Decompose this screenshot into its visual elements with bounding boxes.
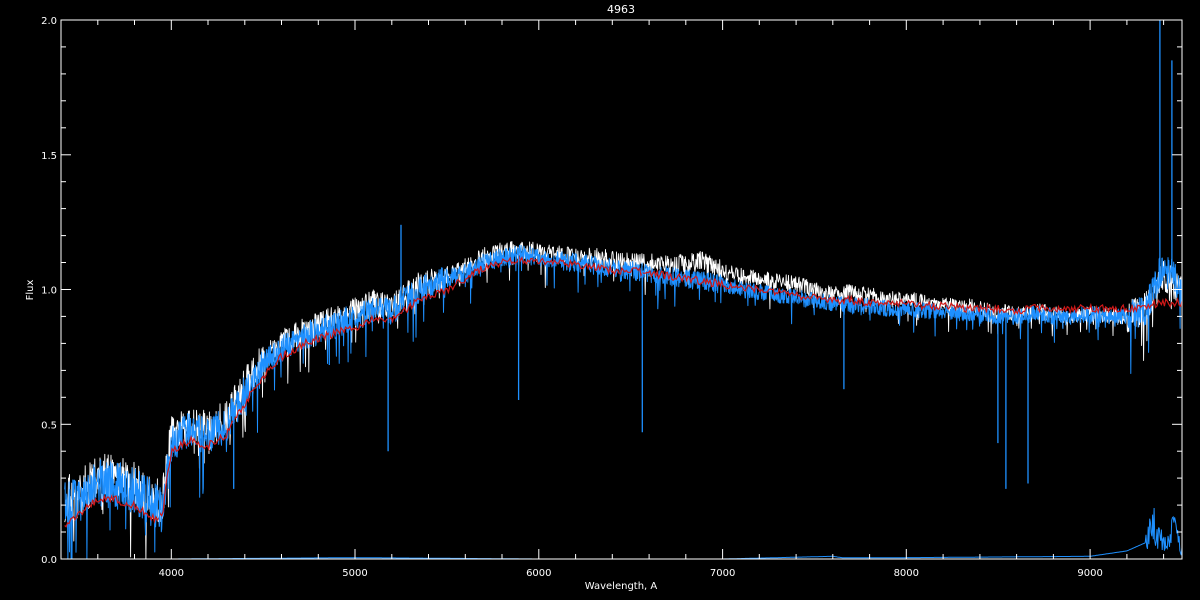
x-tick-label: 6000 [526, 568, 551, 579]
spectrum-plot: 4000 5000 6000 7000 8000 9000 0.0 0.5 1.0 1.5 2.0… [0, 0, 1200, 600]
y-tick-label: 1.5 [41, 151, 57, 162]
x-tick-label: 7000 [710, 568, 735, 579]
x-tick-label: 5000 [342, 568, 367, 579]
chart-title: 4963 [607, 3, 635, 16]
x-tick-label: 9000 [1077, 568, 1102, 579]
plot-background [0, 0, 1200, 600]
y-tick-label: 1.0 [41, 286, 57, 297]
y-tick-label: 0.0 [41, 555, 57, 566]
x-tick-label: 4000 [159, 568, 184, 579]
y-tick-label: 2.0 [41, 16, 57, 27]
x-axis-label: Wavelength, A [585, 581, 658, 592]
y-tick-label: 0.5 [41, 420, 57, 431]
y-axis-label: Flux [25, 280, 36, 301]
x-tick-label: 8000 [894, 568, 919, 579]
